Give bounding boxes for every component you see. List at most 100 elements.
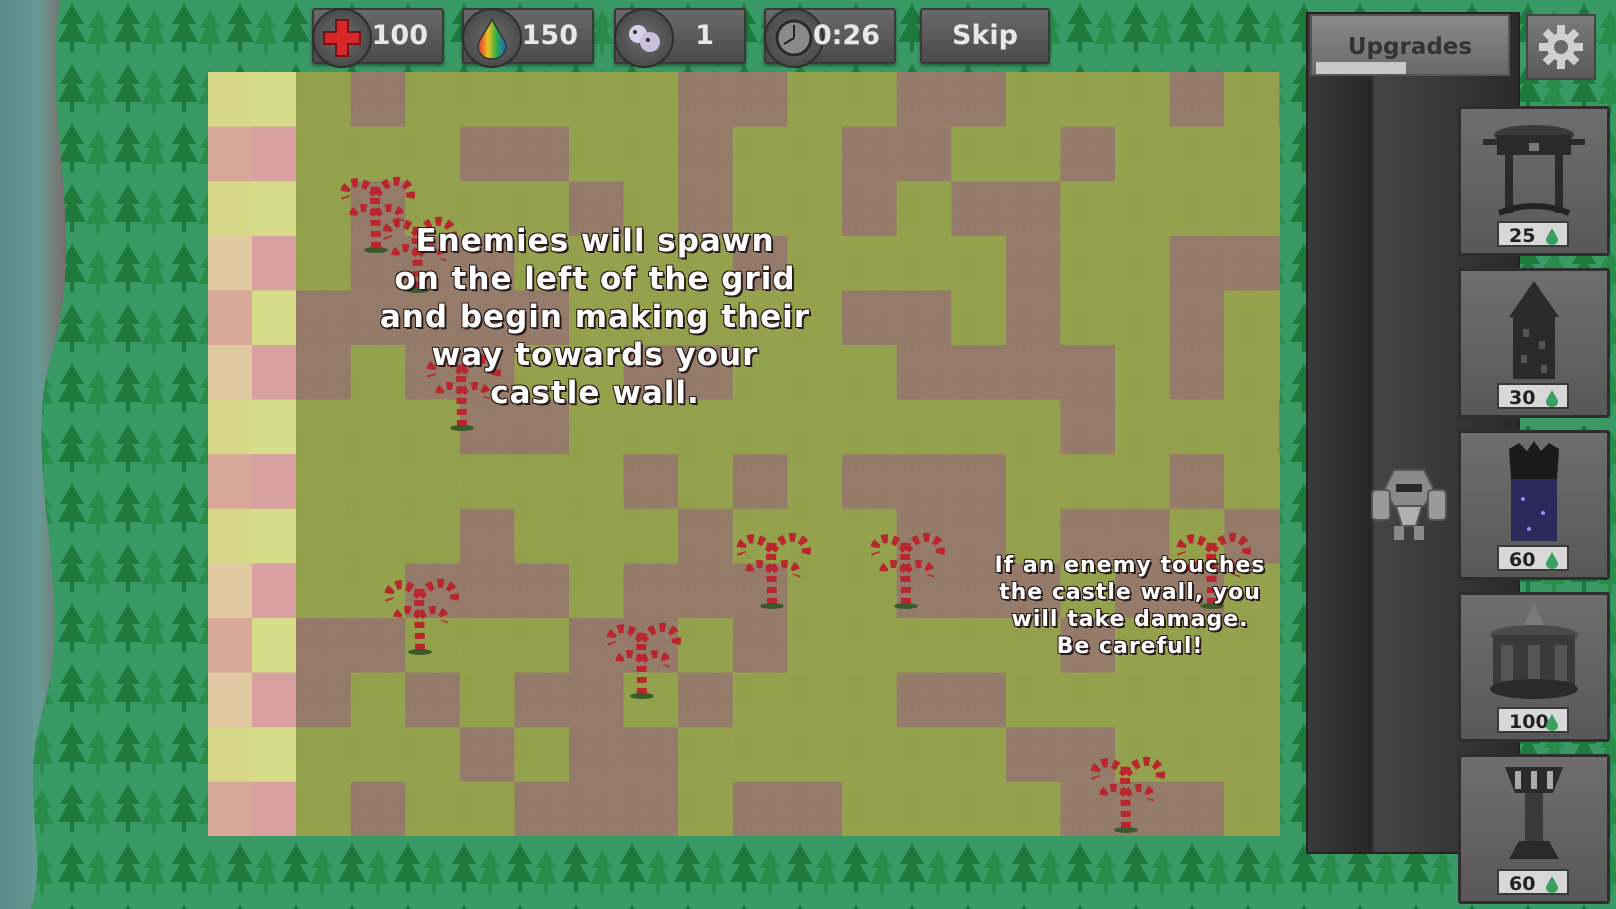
grid-cell[interactable] [405, 781, 461, 836]
grid-cell[interactable] [1060, 454, 1116, 510]
grid-cell[interactable] [569, 781, 625, 836]
grid-cell[interactable] [842, 72, 898, 128]
grid-cell[interactable] [1224, 126, 1280, 182]
grid-cell[interactable] [1224, 399, 1280, 455]
grid-cell[interactable] [459, 508, 515, 564]
grid-cell[interactable] [569, 126, 625, 182]
grid-cell[interactable] [296, 399, 352, 455]
grid-cell[interactable] [1169, 727, 1225, 783]
grid-cell[interactable] [842, 563, 898, 619]
grid-cell[interactable] [951, 345, 1007, 401]
grid-cell[interactable] [678, 672, 734, 728]
grid-cell[interactable] [787, 454, 843, 510]
grid-cell[interactable] [1169, 345, 1225, 401]
grid-cell[interactable] [1224, 181, 1280, 237]
grid-cell[interactable] [1060, 235, 1116, 291]
grid-cell[interactable] [1278, 290, 1280, 346]
grid-cell[interactable] [1169, 781, 1225, 836]
grid-cell[interactable] [951, 727, 1007, 783]
grid-cell[interactable] [405, 508, 461, 564]
grid-cell[interactable] [296, 345, 352, 401]
grid-cell[interactable] [1169, 126, 1225, 182]
skip-button[interactable]: Skip [920, 8, 1050, 64]
grid-cell[interactable] [678, 781, 734, 836]
grid-cell[interactable] [787, 618, 843, 674]
grid-cell[interactable] [514, 781, 570, 836]
grid-cell[interactable] [1115, 181, 1171, 237]
grid-cell[interactable] [732, 72, 788, 128]
grid-cell[interactable] [732, 563, 788, 619]
grid-cell[interactable] [842, 672, 898, 728]
grid-cell[interactable] [1224, 727, 1280, 783]
grid-cell[interactable] [296, 290, 352, 346]
grid-cell[interactable] [951, 781, 1007, 836]
grid-cell[interactable] [732, 454, 788, 510]
grid-cell[interactable] [787, 563, 843, 619]
grid-cell[interactable] [1169, 454, 1225, 510]
grid-cell[interactable] [1060, 345, 1116, 401]
grid-cell[interactable] [678, 618, 734, 674]
grid-cell[interactable] [896, 672, 952, 728]
grid-cell[interactable] [459, 126, 515, 182]
grid-cell[interactable] [842, 508, 898, 564]
grid-cell[interactable] [1278, 672, 1280, 728]
upgrades-tab[interactable]: Upgrades [1310, 14, 1510, 76]
grid-cell[interactable] [951, 72, 1007, 128]
grid-cell[interactable] [678, 508, 734, 564]
grid-cell[interactable] [1060, 399, 1116, 455]
grid-cell[interactable] [350, 781, 406, 836]
grid-cell[interactable] [296, 72, 352, 128]
grid-cell[interactable] [842, 618, 898, 674]
grid-cell[interactable] [350, 72, 406, 128]
grid-cell[interactable] [569, 508, 625, 564]
grid-cell[interactable] [296, 727, 352, 783]
grid-cell[interactable] [1278, 235, 1280, 291]
grid-cell[interactable] [787, 126, 843, 182]
grid-cell[interactable] [1278, 181, 1280, 237]
grid-cell[interactable] [623, 781, 679, 836]
grid-cell[interactable] [896, 290, 952, 346]
grid-cell[interactable] [1005, 781, 1061, 836]
grid-cell[interactable] [459, 454, 515, 510]
grid-cell[interactable] [732, 781, 788, 836]
grid-cell[interactable] [1005, 235, 1061, 291]
grid-cell[interactable] [1060, 181, 1116, 237]
grid-cell[interactable] [1060, 126, 1116, 182]
grid-cell[interactable] [678, 454, 734, 510]
grid-cell[interactable] [1115, 672, 1171, 728]
game-grid[interactable] [208, 72, 1280, 836]
tower-card-dark[interactable]: 60 [1458, 430, 1610, 580]
grid-cell[interactable] [569, 618, 625, 674]
grid-cell[interactable] [1169, 235, 1225, 291]
grid-cell[interactable] [514, 672, 570, 728]
grid-cell[interactable] [1224, 672, 1280, 728]
grid-cell[interactable] [1169, 399, 1225, 455]
grid-cell[interactable] [1005, 181, 1061, 237]
grid-cell[interactable] [951, 672, 1007, 728]
grid-cell[interactable] [1169, 72, 1225, 128]
grid-cell[interactable] [951, 181, 1007, 237]
grid-cell[interactable] [296, 672, 352, 728]
grid-cell[interactable] [842, 727, 898, 783]
grid-cell[interactable] [623, 672, 679, 728]
grid-cell[interactable] [842, 290, 898, 346]
grid-cell[interactable] [1224, 72, 1280, 128]
grid-cell[interactable] [1278, 72, 1280, 128]
grid-cell[interactable] [514, 454, 570, 510]
grid-cell[interactable] [350, 727, 406, 783]
grid-cell[interactable] [1115, 345, 1171, 401]
grid-cell[interactable] [732, 126, 788, 182]
grid-cell[interactable] [787, 672, 843, 728]
grid-cell[interactable] [514, 618, 570, 674]
grid-cell[interactable] [1169, 290, 1225, 346]
grid-cell[interactable] [405, 126, 461, 182]
grid-cell[interactable] [296, 235, 352, 291]
grid-cell[interactable] [296, 126, 352, 182]
grid-cell[interactable] [296, 563, 352, 619]
grid-cell[interactable] [787, 781, 843, 836]
grid-cell[interactable] [569, 672, 625, 728]
grid-cell[interactable] [1060, 290, 1116, 346]
grid-cell[interactable] [1005, 727, 1061, 783]
tower-card-spire[interactable]: 30 [1458, 268, 1610, 418]
grid-cell[interactable] [896, 781, 952, 836]
